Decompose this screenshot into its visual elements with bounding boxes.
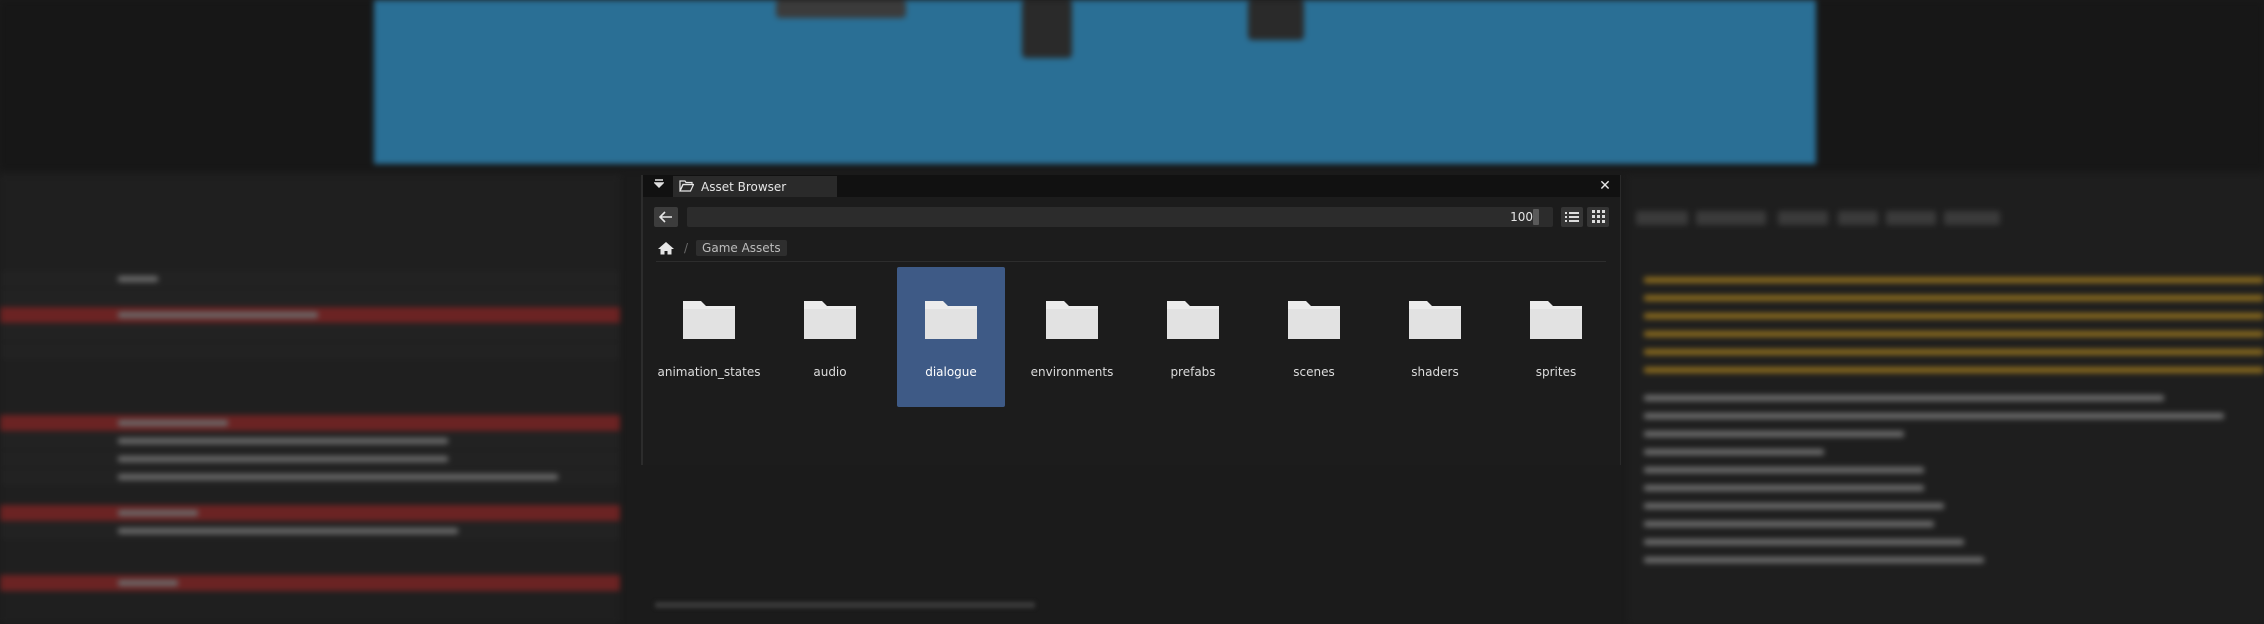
window-title: Asset Browser [701,179,787,194]
bg-row [0,451,620,467]
bg-left-panel [0,175,620,624]
panel-titlebar: Asset Browser ✕ [643,175,1620,197]
bg-row [0,575,620,591]
bg-object [1248,0,1304,40]
close-icon: ✕ [1599,178,1611,194]
bg-row [0,271,620,287]
folder-icon [925,301,977,339]
folder-label: sprites [1535,365,1577,379]
zoom-slider-handle[interactable] [1533,209,1539,225]
folder-icon [1167,301,1219,339]
folder-label: scenes [1293,365,1335,379]
breadcrumb: / Game Assets [656,239,787,257]
folder-tile-animation-states[interactable]: animation_states [655,267,763,407]
bg-row [0,469,620,485]
folder-icon [1409,301,1461,339]
arrow-left-icon [658,208,673,227]
bg-object [776,0,906,18]
bg-row [0,415,620,431]
bg-row [0,523,620,539]
bg-row [0,505,620,521]
folder-tile-environments[interactable]: environments [1018,267,1126,407]
zoom-value: 100 [1510,210,1533,224]
grid-view-icon [1591,208,1605,227]
bg-console-panel [1628,175,2264,624]
breadcrumb-separator: / [684,241,689,255]
folder-label: environments [1030,365,1114,379]
home-icon[interactable] [656,240,676,256]
zoom-input[interactable]: 100 [1475,207,1553,227]
folder-tile-audio[interactable]: audio [776,267,884,407]
bg-scene-viewport [374,0,1816,164]
folder-icon [804,301,856,339]
bg-row [0,307,620,323]
folder-label: animation_states [657,365,761,379]
folder-label: prefabs [1170,365,1216,379]
list-view-button[interactable] [1561,207,1583,227]
folder-label: shaders [1411,365,1459,379]
folder-open-icon [679,177,695,196]
back-button[interactable] [654,207,678,227]
tab-asset-browser[interactable]: Asset Browser [673,176,837,197]
toolbar: 100 [643,207,1620,229]
bg-row [0,433,620,449]
bg-row [0,343,620,359]
status-bar-blurred [655,602,1035,608]
breadcrumb-item[interactable]: Game Assets [696,240,787,256]
folder-tile-shaders[interactable]: shaders [1381,267,1489,407]
folder-grid: animation_states audio dialogue environm… [655,267,1605,407]
folder-tile-prefabs[interactable]: prefabs [1139,267,1247,407]
divider [656,261,1606,262]
folder-label: dialogue [925,365,977,379]
bg-row [0,325,620,341]
folder-icon [1046,301,1098,339]
folder-tile-scenes[interactable]: scenes [1260,267,1368,407]
asset-browser-panel: Asset Browser ✕ 100 / Game Assets animat… [641,175,1621,465]
folder-icon [683,301,735,339]
path-input[interactable] [687,207,1509,227]
close-button[interactable]: ✕ [1596,177,1614,195]
folder-tile-dialogue[interactable]: dialogue [897,267,1005,407]
grid-view-button[interactable] [1587,207,1609,227]
folder-tile-sprites[interactable]: sprites [1502,267,1610,407]
folder-icon [1530,301,1582,339]
list-view-icon [1565,208,1579,227]
folder-icon [1288,301,1340,339]
bg-row [0,289,620,305]
folder-label: audio [813,365,847,379]
chevron-down-icon[interactable] [651,178,667,194]
bg-object [1022,0,1072,58]
